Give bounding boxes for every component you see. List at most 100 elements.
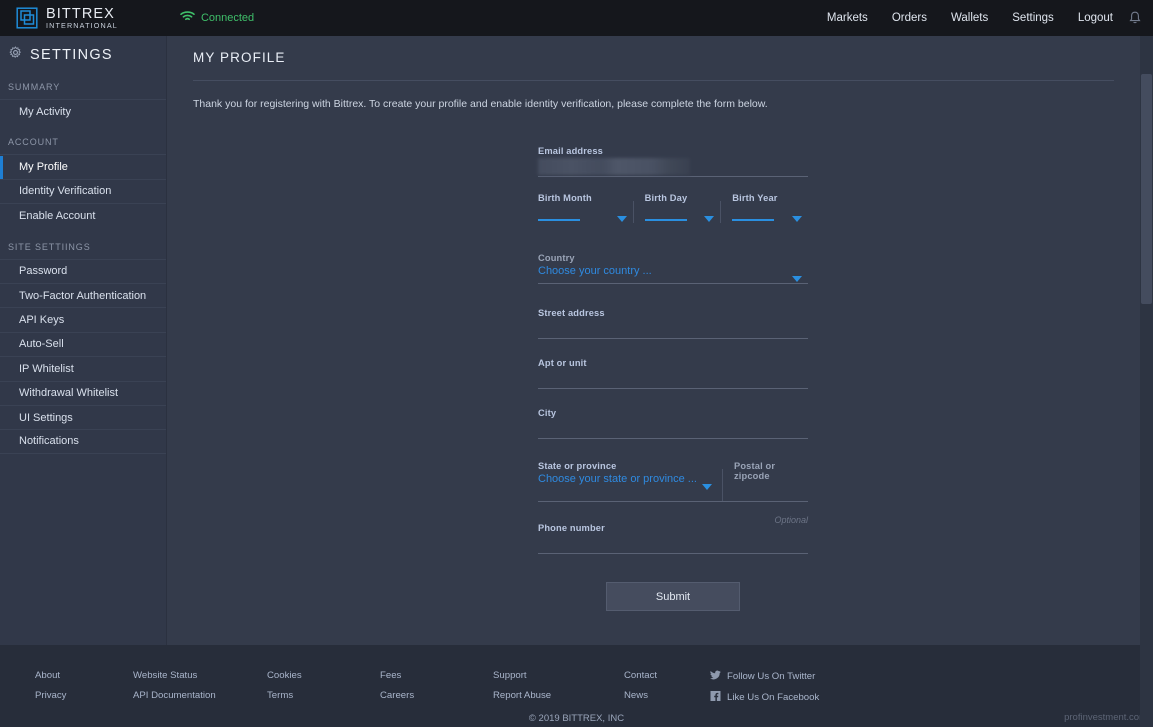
nav-item-wallets[interactable]: Wallets: [939, 12, 1000, 24]
field-underline: [538, 438, 808, 439]
wifi-icon: [180, 9, 195, 27]
nav-item-markets[interactable]: Markets: [815, 12, 880, 24]
footer-social-links: Follow Us On Twitter Like Us On Facebook: [710, 670, 850, 712]
sidebar-item-label: Withdrawal Whitelist: [19, 387, 119, 400]
phone-number-input[interactable]: [538, 533, 808, 553]
footer-link-twitter[interactable]: Follow Us On Twitter: [710, 670, 850, 683]
apt-or-unit-input[interactable]: [538, 368, 808, 388]
field-state-or-province[interactable]: State or province Choose your state or p…: [538, 461, 722, 501]
sidebar-item-ui-settings[interactable]: UI Settings: [0, 404, 166, 429]
chevron-down-icon[interactable]: [791, 216, 802, 222]
field-label: City: [538, 408, 557, 418]
country-select[interactable]: Choose your country ...: [538, 263, 808, 283]
footer-link-facebook[interactable]: Like Us On Facebook: [710, 691, 850, 704]
footer-link-website-status[interactable]: Website Status: [133, 670, 267, 681]
email-input-wrap[interactable]: [538, 156, 808, 176]
nav-item-orders[interactable]: Orders: [880, 12, 939, 24]
chevron-down-icon[interactable]: [704, 216, 715, 222]
field-label: Birth Month: [538, 193, 592, 203]
bell-icon[interactable]: [1127, 10, 1143, 26]
postal-input[interactable]: [734, 481, 808, 501]
sidebar-item-notifications[interactable]: Notifications: [0, 429, 166, 454]
footer-link-news[interactable]: News: [624, 690, 710, 701]
bittrex-square-logo-icon: [16, 7, 38, 29]
facebook-icon: [710, 691, 721, 704]
field-postal-or-zipcode[interactable]: Postal or zipcode: [722, 461, 808, 501]
nav-item-settings[interactable]: Settings: [1000, 12, 1066, 24]
footer-social-label: Like Us On Facebook: [727, 692, 820, 703]
field-label: Apt or unit: [538, 358, 587, 368]
chevron-down-icon[interactable]: [616, 216, 627, 222]
sidebar-item-label: Enable Account: [19, 209, 96, 222]
placeholder-dash: [644, 219, 687, 221]
footer-link-privacy[interactable]: Privacy: [35, 690, 133, 701]
sidebar-title: SETTINGS: [30, 47, 113, 63]
sidebar-item-label: Identity Verification: [19, 185, 112, 198]
footer-link-report-abuse[interactable]: Report Abuse: [493, 690, 624, 701]
connection-status: Connected: [180, 9, 254, 27]
footer-social-label: Follow Us On Twitter: [727, 671, 816, 682]
footer-column-1: About Privacy: [35, 670, 133, 712]
footer-link-cookies[interactable]: Cookies: [267, 670, 380, 681]
chevron-down-icon[interactable]: [702, 484, 712, 490]
logo-secondary-text: INTERNATIONAL: [46, 21, 118, 31]
state-select[interactable]: Choose your state or province ...: [538, 471, 722, 491]
sidebar-item-label: My Profile: [19, 161, 68, 174]
intro-text: Thank you for registering with Bittrex. …: [193, 98, 768, 110]
footer-link-fees[interactable]: Fees: [380, 670, 493, 681]
street-address-input[interactable]: [538, 318, 808, 338]
field-label: Phone number: [538, 523, 605, 533]
column-divider: [722, 469, 723, 501]
field-phone-number: Phone number Optional: [538, 501, 808, 554]
birth-year-select[interactable]: [732, 203, 808, 223]
field-birth-month[interactable]: Birth Month: [538, 193, 633, 223]
sidebar-item-auto-sell[interactable]: Auto-Sell: [0, 331, 166, 356]
scrollbar-thumb[interactable]: [1141, 74, 1152, 304]
brand-logo[interactable]: BITTREX INTERNATIONAL: [16, 5, 118, 31]
footer-copyright: © 2019 BITTREX, INC: [528, 713, 625, 724]
field-underline: [538, 553, 808, 554]
state-postal-row: State or province Choose your state or p…: [538, 461, 808, 502]
field-label: Street address: [538, 308, 605, 318]
redacted-email-value: [538, 158, 690, 175]
sidebar-item-two-factor-authentication[interactable]: Two-Factor Authentication: [0, 282, 166, 307]
placeholder-dash: [732, 219, 775, 221]
submit-button[interactable]: Submit: [606, 582, 740, 611]
sidebar-item-label: Auto-Sell: [19, 338, 64, 351]
column-divider: [632, 201, 634, 223]
sidebar-item-identity-verification[interactable]: Identity Verification: [0, 178, 166, 203]
page-scrollbar[interactable]: [1140, 36, 1153, 727]
city-input[interactable]: [538, 418, 808, 438]
field-birth-day[interactable]: Birth Day: [632, 193, 721, 223]
field-birth-year[interactable]: Birth Year: [720, 193, 808, 223]
sidebar-group-summary: SUMMARY: [8, 82, 61, 92]
sidebar-item-api-keys[interactable]: API Keys: [0, 307, 166, 331]
logo-primary-text: BITTREX: [46, 5, 115, 22]
profile-form: Email address Birth Month Birth Day Birt…: [538, 132, 808, 611]
nav-item-logout[interactable]: Logout: [1066, 12, 1125, 24]
birth-day-select[interactable]: [644, 203, 721, 223]
field-label: Birth Day: [644, 193, 688, 203]
sidebar-item-withdrawal-whitelist[interactable]: Withdrawal Whitelist: [0, 380, 166, 405]
footer-link-contact[interactable]: Contact: [624, 670, 710, 681]
sidebar-item-label: Notifications: [19, 435, 79, 448]
sidebar-item-my-activity[interactable]: My Activity: [0, 99, 166, 123]
sidebar-item-enable-account[interactable]: Enable Account: [0, 203, 166, 227]
chevron-down-icon[interactable]: [792, 276, 802, 282]
sidebar-item-ip-whitelist[interactable]: IP Whitelist: [0, 356, 166, 380]
footer-link-support[interactable]: Support: [493, 670, 624, 681]
connection-status-label: Connected: [200, 12, 255, 24]
birthdate-row: Birth Month Birth Day Birth Year: [538, 193, 808, 223]
sidebar-item-label: UI Settings: [19, 411, 73, 424]
sidebar-item-my-profile[interactable]: My Profile: [0, 154, 166, 180]
sidebar-item-password[interactable]: Password: [0, 258, 166, 283]
footer-link-careers[interactable]: Careers: [380, 690, 493, 701]
footer-link-about[interactable]: About: [35, 670, 133, 681]
footer-link-api-documentation[interactable]: API Documentation: [133, 690, 267, 701]
footer-link-terms[interactable]: Terms: [267, 690, 380, 701]
birth-month-select[interactable]: [538, 203, 633, 223]
footer-column-4: Fees Careers: [380, 670, 493, 712]
twitter-icon: [710, 670, 721, 683]
field-underline: [538, 176, 808, 177]
main-nav: Markets Orders Wallets Settings Logout: [815, 10, 1143, 26]
